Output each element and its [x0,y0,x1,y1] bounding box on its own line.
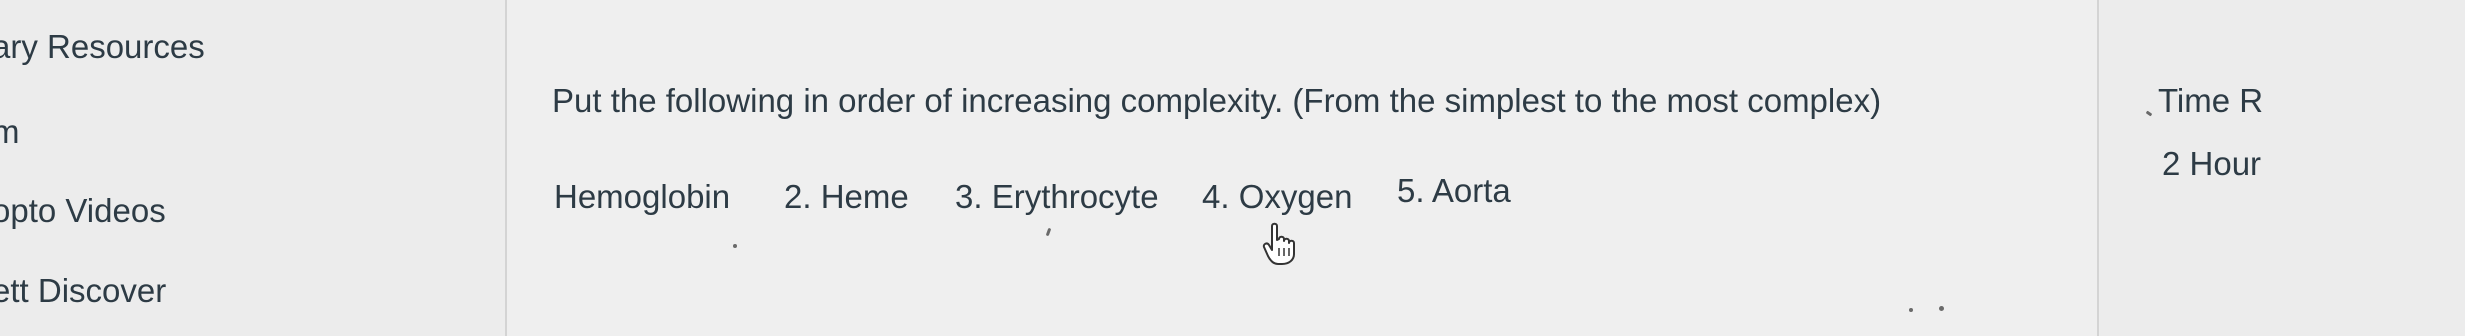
timer-panel: Time R 2 Hour [2100,0,2465,336]
question-panel: Put the following in order of increasing… [505,0,2099,336]
sidebar-item-m[interactable]: m [0,113,20,151]
speck [1939,306,1944,311]
sidebar-item-videos[interactable]: opto Videos [0,192,166,230]
answer-item-hemoglobin: Hemoglobin [554,178,731,215]
answer-item-heme: 2. Heme [784,178,909,215]
hand-pointer-icon [1262,222,1295,265]
answer-item-erythrocyte: 3. Erythrocyte [955,178,1159,215]
timer-label: Time R [2158,82,2264,119]
answer-item-aorta: 5. Aorta [1397,172,1511,209]
question-prompt: Put the following in order of increasing… [552,82,1882,119]
speck [733,244,737,248]
speck [1045,227,1052,237]
answer-item-oxygen: 4. Oxygen [1202,178,1353,215]
sidebar-item-resources[interactable]: ary Resources [0,28,205,66]
speck [2145,110,2153,117]
speck [1909,308,1913,312]
sidebar-item-discover[interactable]: ett Discover [0,272,166,310]
timer-value: 2 Hour [2162,145,2262,182]
sidebar-nav: ary Resources m opto Videos ett Discover [0,0,500,336]
